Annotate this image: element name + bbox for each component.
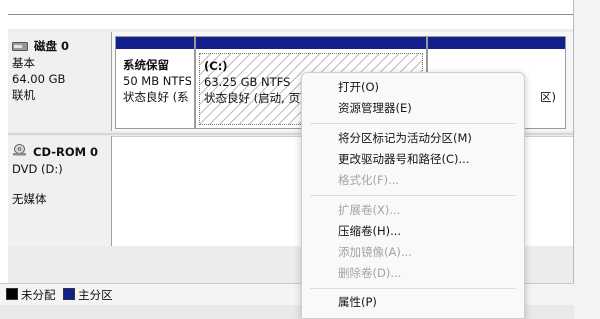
menu-item-explorer[interactable]: 资源管理器(E) bbox=[338, 98, 412, 118]
menu-item-extend-volume: 扩展卷(X)... bbox=[338, 203, 401, 217]
partition-size: 50 MB NTFS bbox=[123, 74, 191, 88]
disk0-type: 基本 bbox=[12, 55, 35, 70]
legend-primary: 主分区 bbox=[78, 288, 113, 302]
cd-rom-icon bbox=[12, 144, 27, 161]
disk0-name: 磁盘 0 bbox=[34, 39, 70, 53]
cdrom-name: CD-ROM 0 bbox=[33, 145, 99, 159]
cdrom-drive: DVD (D:) bbox=[12, 162, 63, 176]
partition-system-reserved[interactable]: 系统保留 50 MB NTFS 状态良好 (系 bbox=[115, 36, 195, 129]
partition-color-bar bbox=[428, 37, 565, 49]
menu-separator bbox=[310, 288, 516, 289]
disk0-size: 64.00 GB bbox=[12, 71, 66, 86]
cdrom-label-block[interactable]: CD-ROM 0 DVD (D:) 无媒体 bbox=[8, 136, 112, 246]
volume-list-area bbox=[0, 0, 600, 26]
menu-item-add-mirror: 添加镜像(A)... bbox=[338, 245, 412, 259]
partition-status: 区) bbox=[540, 90, 556, 104]
partition-color-bar bbox=[116, 37, 194, 49]
menu-item-properties[interactable]: 属性(P) bbox=[338, 292, 377, 312]
menu-separator bbox=[310, 123, 516, 124]
disk0-status: 联机 bbox=[12, 87, 35, 102]
menu-separator bbox=[310, 195, 516, 196]
primary-swatch bbox=[63, 288, 76, 300]
menu-item-delete-volume: 删除卷(D)... bbox=[338, 266, 402, 280]
menu-item-shrink-volume[interactable]: 压缩卷(H)... bbox=[338, 221, 401, 241]
unallocated-swatch bbox=[6, 288, 18, 300]
menu-item-mark-active[interactable]: 将分区标记为活动分区(M) bbox=[338, 128, 472, 148]
partition-status: 状态良好 (系 bbox=[123, 90, 189, 104]
legend-unallocated: 未分配 bbox=[21, 288, 56, 302]
cdrom-media: 无媒体 bbox=[12, 192, 47, 206]
top-divider bbox=[8, 14, 573, 15]
partition-color-bar bbox=[196, 37, 426, 49]
menu-item-format: 格式化(F)... bbox=[338, 173, 400, 187]
vertical-divider bbox=[573, 0, 574, 319]
hard-disk-icon bbox=[12, 39, 28, 55]
menu-item-open[interactable]: 打开(O) bbox=[338, 77, 379, 97]
context-menu: 打开(O) 资源管理器(E) 将分区标记为活动分区(M) 更改驱动器号和路径(C… bbox=[301, 72, 525, 319]
disk0-label-block[interactable]: 磁盘 0 基本 64.00 GB 联机 bbox=[8, 32, 112, 131]
partition-name: 系统保留 bbox=[123, 58, 169, 72]
right-panel bbox=[574, 0, 600, 319]
menu-item-change-drive-letter[interactable]: 更改驱动器号和路径(C)... bbox=[338, 149, 469, 169]
